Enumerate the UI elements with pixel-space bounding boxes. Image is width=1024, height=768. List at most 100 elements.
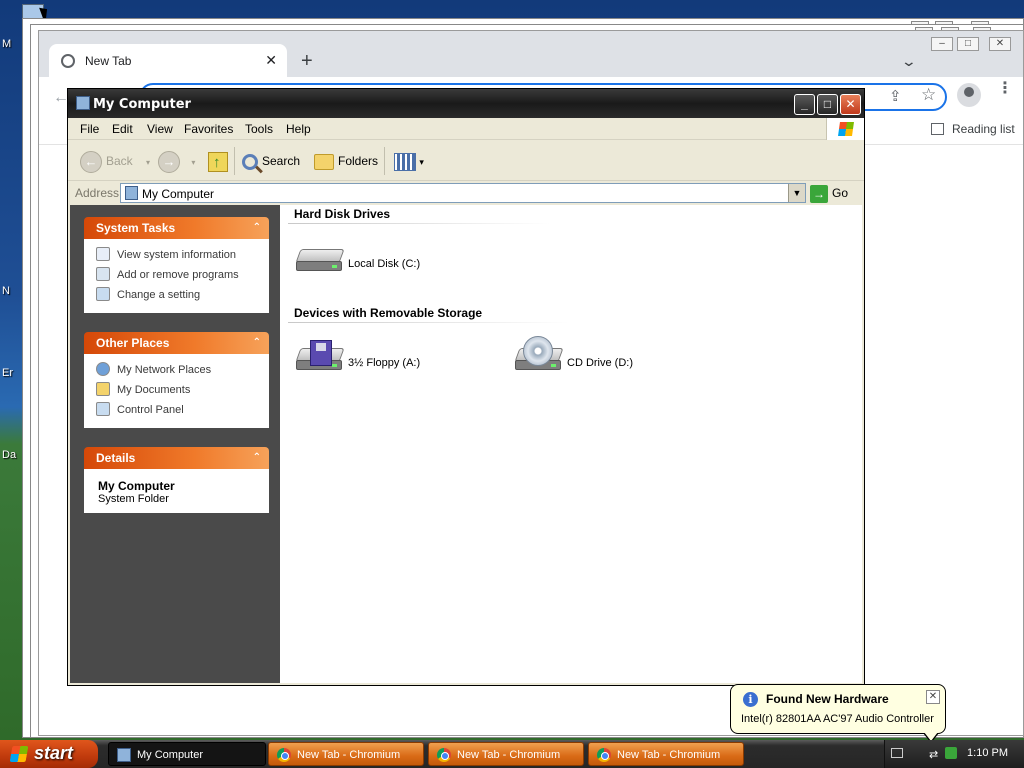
go-button[interactable]: → Go xyxy=(810,183,848,203)
found-new-hardware-balloon[interactable]: i Found New Hardware Intel(r) 82801AA AC… xyxy=(730,684,946,743)
tab-new-tab[interactable]: New Tab ✕ xyxy=(49,44,287,77)
menu-view[interactable]: View xyxy=(147,122,173,136)
title-bar[interactable]: My Computer _ □ ✕ xyxy=(68,89,864,118)
up-button[interactable] xyxy=(208,149,228,175)
cd-drive-icon xyxy=(514,336,564,372)
views-button[interactable]: ▾ xyxy=(394,149,424,173)
task-label: Change a setting xyxy=(117,289,201,301)
balloon-title: Found New Hardware xyxy=(766,692,889,706)
balloon-close-icon[interactable]: ✕ xyxy=(926,690,940,704)
back-arrow-icon: ← xyxy=(80,150,102,173)
system-tasks-panel: System Tasks ⌃ View system information A… xyxy=(84,217,269,313)
info-icon: i xyxy=(743,692,758,707)
window-title: My Computer xyxy=(93,97,191,112)
my-computer-window: My Computer _ □ ✕ File Edit View Favorit… xyxy=(67,88,865,686)
hard-disk-drives-heading: Hard Disk Drives xyxy=(294,207,391,221)
close-button[interactable]: ✕ xyxy=(989,37,1011,51)
folders-icon xyxy=(314,153,334,170)
start-button[interactable]: start xyxy=(0,740,98,768)
cd-drive-d[interactable]: CD Drive (D:) xyxy=(514,336,665,388)
taskbar-label: New Tab - Chromium xyxy=(297,749,401,761)
taskbar-button-chromium[interactable]: New Tab - Chromium xyxy=(268,742,424,766)
windows-flag-icon xyxy=(838,122,854,136)
network-icon[interactable]: ⇄ xyxy=(929,748,938,761)
collapse-chevron-icon[interactable]: ⌃ xyxy=(253,332,261,354)
local-disk-c[interactable]: Local Disk (C:) xyxy=(295,239,446,289)
taskbar-button-chromium[interactable]: New Tab - Chromium xyxy=(428,742,584,766)
search-button[interactable]: Search xyxy=(242,149,300,173)
taskbar-button-my-computer[interactable]: My Computer xyxy=(108,742,266,766)
desktop-icon-label[interactable]: Er xyxy=(2,367,13,379)
drive-label: 3½ Floppy (A:) xyxy=(348,357,421,369)
maximize-button[interactable]: □ xyxy=(817,94,838,115)
menu-tools[interactable]: Tools xyxy=(245,122,273,136)
reading-list-icon xyxy=(931,123,944,135)
desktop-icon-label[interactable]: Da xyxy=(2,449,16,461)
system-info-icon xyxy=(96,247,110,261)
bookmark-star-icon[interactable]: ☆ xyxy=(921,85,936,105)
start-label: start xyxy=(34,743,74,763)
other-places-panel: Other Places ⌃ My Network Places My Docu… xyxy=(84,332,269,428)
tab-search-icon[interactable]: ⌄ xyxy=(901,53,917,70)
details-header[interactable]: Details ⌃ xyxy=(84,447,269,469)
collapse-chevron-icon[interactable]: ⌃ xyxy=(253,217,261,239)
my-computer-icon xyxy=(117,748,131,762)
maximize-button[interactable]: □ xyxy=(957,37,979,51)
drive-label: CD Drive (D:) xyxy=(567,357,633,369)
minimize-button[interactable]: _ xyxy=(794,94,815,115)
my-documents-link[interactable]: My Documents xyxy=(96,380,261,400)
add-remove-programs-link[interactable]: Add or remove programs xyxy=(96,265,261,285)
network-places-icon xyxy=(96,362,110,376)
tab-close-icon[interactable]: ✕ xyxy=(265,52,277,69)
address-dropdown-icon[interactable]: ▼ xyxy=(788,184,805,202)
address-value: My Computer xyxy=(142,187,215,201)
desktop-icon-label[interactable]: N xyxy=(2,285,10,297)
system-tasks-header[interactable]: System Tasks ⌃ xyxy=(84,217,269,239)
windows-flag-icon xyxy=(9,746,29,762)
group-divider xyxy=(288,322,570,323)
new-tab-button[interactable]: + xyxy=(301,51,313,71)
my-network-places-link[interactable]: My Network Places xyxy=(96,360,261,380)
menu-file[interactable]: File xyxy=(80,122,99,136)
folders-label: Folders xyxy=(338,154,379,168)
menu-edit[interactable]: Edit xyxy=(112,122,133,136)
details-item-name: My Computer xyxy=(98,479,175,493)
back-button[interactable]: ← Back ▾ xyxy=(80,149,150,173)
control-panel-link[interactable]: Control Panel xyxy=(96,400,261,420)
taskbar: start My Computer New Tab - Chromium New… xyxy=(0,740,1024,768)
minimize-button[interactable]: – xyxy=(931,37,953,51)
profile-avatar[interactable] xyxy=(957,83,981,107)
menu-favorites[interactable]: Favorites xyxy=(184,122,233,136)
share-icon[interactable]: ⇪ xyxy=(889,87,902,105)
details-panel: Details ⌃ My Computer System Folder xyxy=(84,447,269,513)
view-system-information-link[interactable]: View system information xyxy=(96,245,261,265)
forward-button[interactable]: → ▾ xyxy=(158,149,195,173)
go-arrow-icon: → xyxy=(810,184,828,203)
reading-list-label: Reading list xyxy=(952,122,1015,136)
taskbar-button-chromium[interactable]: New Tab - Chromium xyxy=(588,742,744,766)
my-documents-icon xyxy=(96,382,110,396)
place-label: Control Panel xyxy=(117,404,184,416)
safely-remove-hardware-icon[interactable] xyxy=(945,747,957,759)
address-input[interactable]: My Computer ▼ xyxy=(120,183,806,203)
menu-bar: File Edit View Favorites Tools Help xyxy=(68,118,864,140)
other-places-header[interactable]: Other Places ⌃ xyxy=(84,332,269,354)
collapse-chevron-icon[interactable]: ⌃ xyxy=(253,447,261,469)
menu-help[interactable]: Help xyxy=(286,122,311,136)
my-computer-icon xyxy=(76,96,90,110)
search-icon xyxy=(242,153,258,170)
details-title: Details xyxy=(96,451,136,465)
close-button[interactable]: ✕ xyxy=(840,94,861,115)
clock[interactable]: 1:10 PM xyxy=(967,747,1008,759)
floppy-drive-a[interactable]: 3½ Floppy (A:) xyxy=(295,338,446,388)
change-setting-link[interactable]: Change a setting xyxy=(96,285,261,305)
folders-button[interactable]: Folders xyxy=(314,149,378,173)
desktop-icon-label[interactable]: M xyxy=(2,38,11,50)
windows-logo xyxy=(826,118,864,140)
place-label: My Documents xyxy=(117,384,191,396)
drive-label: Local Disk (C:) xyxy=(348,258,421,270)
menu-kebab-icon[interactable]: ⋮ xyxy=(997,81,1013,97)
task-label: Add or remove programs xyxy=(117,269,239,281)
reading-list-button[interactable]: Reading list xyxy=(931,122,1015,136)
keyboard-icon[interactable] xyxy=(891,748,903,758)
